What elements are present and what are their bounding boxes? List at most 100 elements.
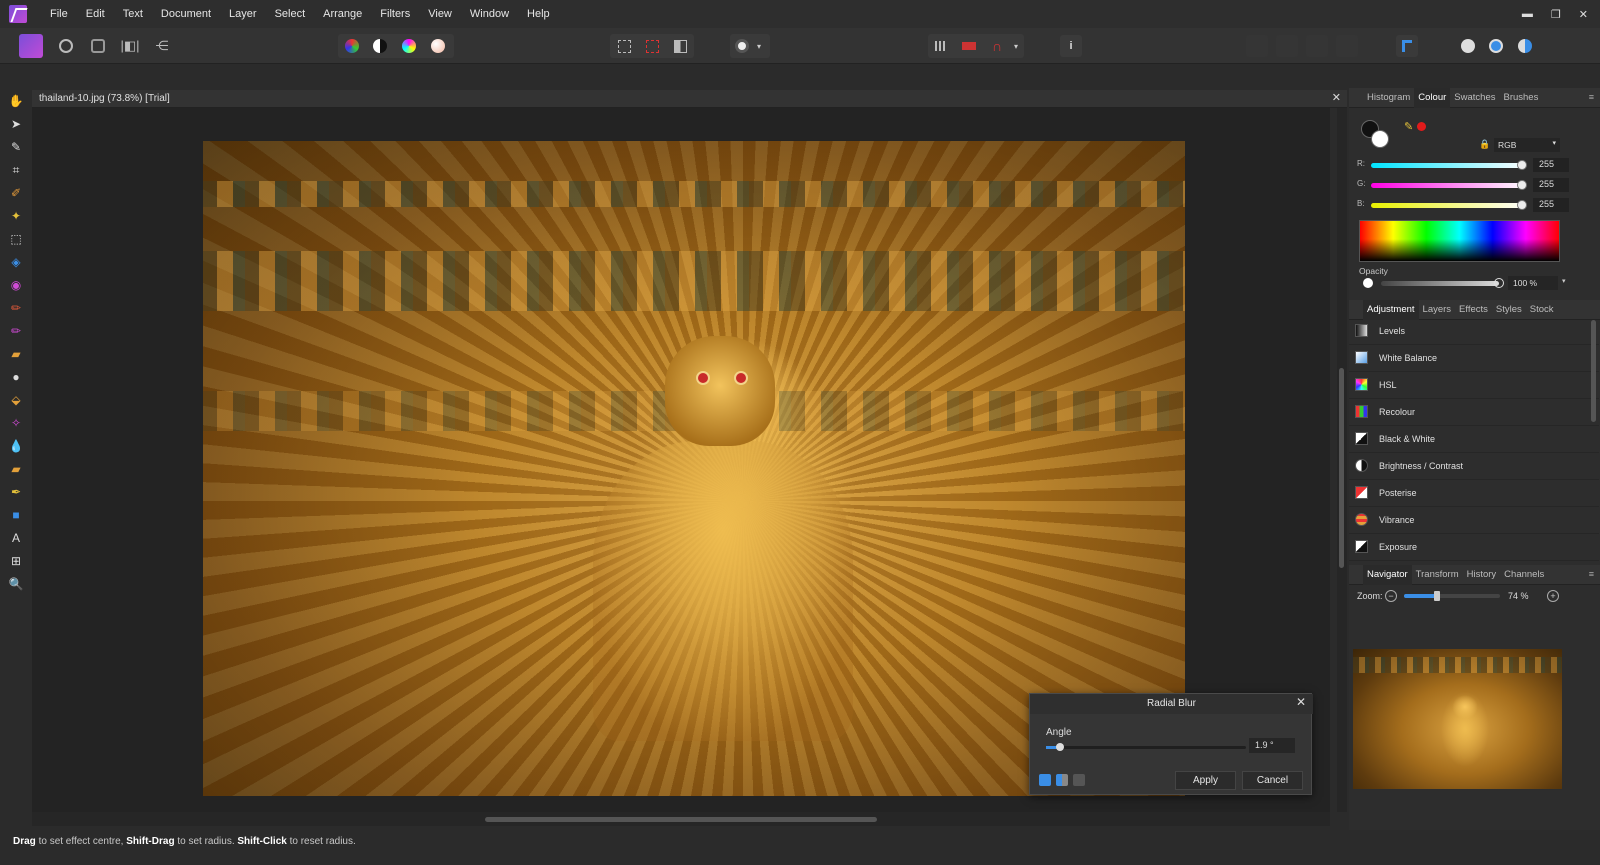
close-window-button[interactable]: ✕ [1579,8,1588,21]
cancel-button[interactable]: Cancel [1242,771,1303,790]
move-tool-icon[interactable]: ➤ [8,116,24,132]
menu-document[interactable]: Document [152,0,220,28]
blue-knob[interactable] [1517,200,1527,210]
auto-levels-icon[interactable] [341,35,363,57]
assistant-icon[interactable] [958,35,980,57]
mesh-warp-tool-icon[interactable]: ⊞ [8,553,24,569]
green-slider[interactable]: G: 255 [1357,178,1597,192]
chevron-down-icon[interactable]: ▾ [1562,277,1566,285]
clone-tool-icon[interactable]: ⬙ [8,392,24,408]
tab-swatches[interactable]: Swatches [1450,88,1499,108]
align-left-icon[interactable] [1246,35,1268,57]
tab-colour[interactable]: Colour [1414,87,1451,108]
tab-adjustment[interactable]: Adjustment [1363,299,1419,320]
eyedropper-icon[interactable]: ✎ [1404,120,1413,133]
marquee-icon[interactable] [613,35,635,57]
flood-select-tool-icon[interactable]: ✦ [8,208,24,224]
pen-tool-icon[interactable]: ✒ [8,484,24,500]
menu-file[interactable]: File [41,0,77,28]
zoom-value[interactable]: 74 % [1508,591,1529,601]
zoom-out-icon[interactable]: − [1385,590,1397,602]
menu-arrange[interactable]: Arrange [314,0,371,28]
tone-mapping-persona-icon[interactable]: |◧| [119,35,141,57]
smudge-tool-icon[interactable]: ▰ [8,461,24,477]
paint-brush-tool-icon[interactable]: ✏ [8,300,24,316]
menu-layer[interactable]: Layer [220,0,266,28]
info-icon[interactable]: i [1060,35,1082,57]
blue-track[interactable] [1371,203,1526,208]
adjustment-item-white-balance[interactable]: White Balance [1349,345,1599,372]
grid-icon[interactable] [930,35,952,57]
adjustment-scrollbar[interactable] [1591,320,1596,422]
dodge-tool-icon[interactable]: ● [8,369,24,385]
erase-brush-tool-icon[interactable]: ▰ [8,346,24,362]
tab-channels[interactable]: Channels [1500,565,1548,585]
text-tool-icon[interactable]: A [8,530,24,546]
tab-histogram[interactable]: Histogram [1363,88,1414,108]
angle-slider-knob[interactable] [1056,743,1064,751]
boolean-add-icon[interactable] [1457,35,1479,57]
chevron-down-icon[interactable]: ▾ [1010,35,1022,57]
green-knob[interactable] [1517,180,1527,190]
menu-view[interactable]: View [419,0,461,28]
opacity-knob[interactable] [1494,278,1504,288]
menu-text[interactable]: Text [114,0,152,28]
picked-colour-swatch[interactable] [1417,122,1426,131]
adjustment-item-brightness-contrast[interactable]: Brightness / Contrast [1349,453,1599,480]
menu-edit[interactable]: Edit [77,0,114,28]
colour-replacement-tool-icon[interactable]: ✏ [8,323,24,339]
auto-white-balance-icon[interactable] [427,35,449,57]
adjustment-item-hsl[interactable]: HSL [1349,372,1599,399]
boolean-subtract-icon[interactable] [1485,35,1507,57]
auto-colour-icon[interactable] [398,35,420,57]
red-value[interactable]: 255 [1533,158,1569,172]
tab-navigator[interactable]: Navigator [1363,564,1412,585]
marquee-tool-icon[interactable]: ⬚ [8,231,24,247]
auto-contrast-icon[interactable] [369,35,391,57]
tab-stock[interactable]: Stock [1526,300,1558,320]
adjustment-item-recolour[interactable]: Recolour [1349,399,1599,426]
panel-menu-icon[interactable]: ≡ [1589,569,1594,579]
zoom-slider-knob[interactable] [1434,591,1440,601]
arrange-icon[interactable] [1396,35,1418,57]
rectangle-tool-icon[interactable]: ■ [8,507,24,523]
zoom-tool-icon[interactable]: 🔍 [8,576,24,592]
crop-tool-icon[interactable]: ⌗ [8,162,24,178]
green-value[interactable]: 255 [1533,178,1569,192]
colour-spectrum[interactable] [1359,220,1560,262]
export-persona-icon[interactable]: ⋲ [151,35,173,57]
tab-history[interactable]: History [1463,565,1501,585]
snapping-magnet-icon[interactable]: ∩ [986,35,1008,57]
lock-icon[interactable]: 🔒 [1479,139,1490,150]
tab-effects[interactable]: Effects [1455,300,1492,320]
horizontal-scrollbar[interactable] [32,812,1330,826]
horizontal-scroll-thumb[interactable] [485,817,877,822]
menu-window[interactable]: Window [461,0,518,28]
tab-brushes[interactable]: Brushes [1499,88,1542,108]
blur-mode-full-icon[interactable] [1039,774,1051,786]
red-track[interactable] [1371,163,1526,168]
tab-styles[interactable]: Styles [1492,300,1526,320]
colour-picker-tool-icon[interactable]: ✎ [8,139,24,155]
red-slider[interactable]: R: 255 [1357,158,1597,172]
liquify-persona-icon[interactable] [55,35,77,57]
inpainting-tool-icon[interactable]: ✧ [8,415,24,431]
zoom-in-icon[interactable]: + [1547,590,1559,602]
dialog-close-button[interactable]: ✕ [1296,695,1306,709]
flood-fill-tool-icon[interactable]: ◈ [8,254,24,270]
minimize-button[interactable]: ▬ [1522,8,1533,20]
vertical-scrollbar[interactable] [1337,108,1347,812]
blue-slider[interactable]: B: 255 [1357,198,1597,212]
deselect-icon[interactable] [641,35,663,57]
menu-help[interactable]: Help [518,0,559,28]
gradient-tool-icon[interactable]: ◉ [8,277,24,293]
adjustment-item-black-white[interactable]: Black & White [1349,426,1599,453]
blue-value[interactable]: 255 [1533,198,1569,212]
adjustment-item-posterise[interactable]: Posterise [1349,480,1599,507]
blur-mode-half-icon[interactable] [1056,774,1068,786]
green-track[interactable] [1371,183,1526,188]
colour-mode-select[interactable]: RGB ▾ [1494,138,1560,152]
restore-button[interactable]: ❐ [1551,8,1561,21]
document-tab[interactable]: thailand-10.jpg (73.8%) [Trial] ✕ [32,90,1347,108]
close-document-button[interactable]: ✕ [1332,91,1341,104]
